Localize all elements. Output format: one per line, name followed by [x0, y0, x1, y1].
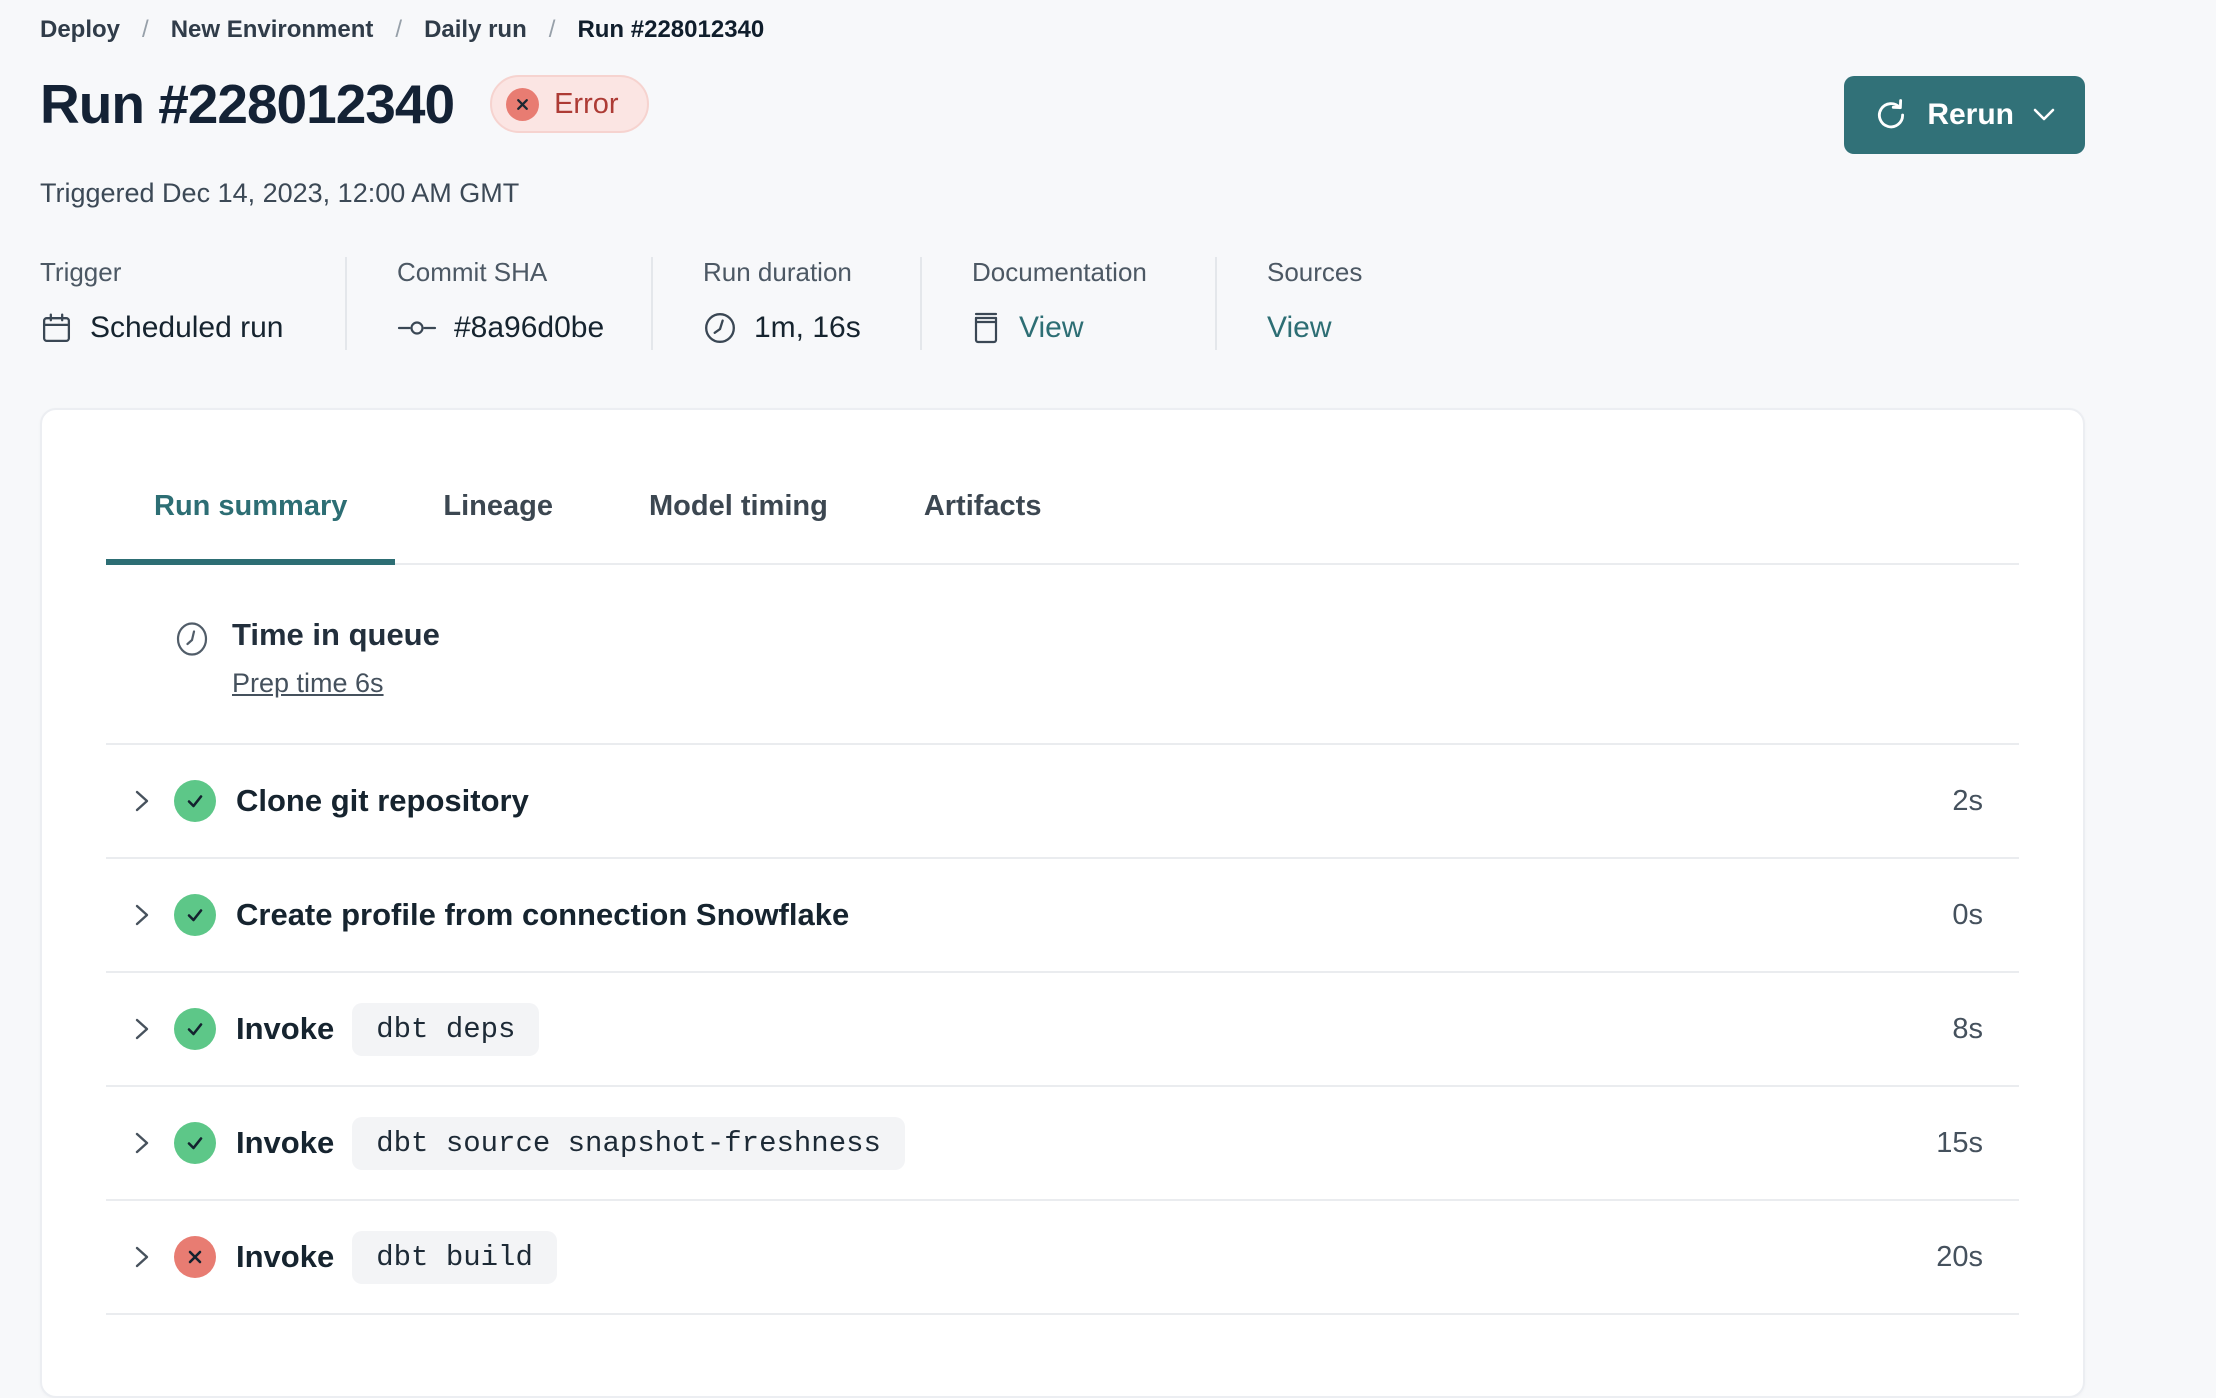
tab-model-timing[interactable]: Model timing	[601, 462, 876, 565]
header: Run #228012340 Error Rerun	[40, 74, 2085, 154]
error-x-icon	[174, 1236, 216, 1278]
meta-label: Run duration	[703, 257, 852, 287]
meta-label: Trigger	[40, 257, 122, 287]
step-list: Clone git repository 2s Create profile f…	[106, 743, 2019, 1315]
step-duration: 0s	[1952, 898, 1983, 931]
meta-run-duration: Run duration 1m, 16s	[651, 257, 920, 350]
step-command-badge: dbt source snapshot-freshness	[352, 1116, 905, 1170]
tab-artifacts[interactable]: Artifacts	[876, 462, 1090, 565]
chevron-right-icon	[132, 1129, 152, 1157]
breadcrumb-daily-run[interactable]: Daily run	[424, 16, 527, 44]
step-name: Create profile from connection Snowflake	[236, 897, 850, 932]
book-icon	[972, 310, 1002, 346]
clock-icon	[176, 621, 208, 699]
rerun-button-label: Rerun	[1927, 98, 2014, 131]
breadcrumb: Deploy / New Environment / Daily run / R…	[40, 0, 2085, 44]
meta-label: Commit SHA	[397, 257, 548, 287]
meta-value-trigger: Scheduled run	[90, 311, 284, 344]
breadcrumb-new-environment[interactable]: New Environment	[171, 16, 374, 44]
step-duration: 2s	[1952, 784, 1983, 817]
step-name: Invoke	[236, 1125, 335, 1160]
meta-documentation: Documentation View	[920, 257, 1215, 350]
step-name: Invoke	[236, 1239, 335, 1274]
meta-sources: Sources View	[1215, 257, 1392, 350]
breadcrumb-current-run: Run #228012340	[577, 16, 765, 43]
prep-time-link[interactable]: Prep time 6s	[232, 668, 384, 699]
success-check-icon	[174, 780, 216, 822]
rerun-button[interactable]: Rerun	[1844, 76, 2085, 154]
tab-lineage[interactable]: Lineage	[395, 462, 601, 565]
success-check-icon	[174, 1008, 216, 1050]
step-duration: 8s	[1952, 1012, 1983, 1045]
step-row-invoke-dbt-source-snapshot-freshness[interactable]: Invoke dbt source snapshot-freshness 15s	[106, 1085, 2019, 1199]
time-in-queue-section: Time in queue Prep time 6s	[106, 565, 2019, 743]
breadcrumb-separator: /	[142, 16, 149, 43]
chevron-right-icon	[132, 1243, 152, 1271]
chevron-right-icon	[132, 901, 152, 929]
documentation-view-link[interactable]: View	[1019, 311, 1083, 345]
commit-icon	[397, 318, 437, 338]
breadcrumb-separator: /	[548, 16, 556, 43]
success-check-icon	[174, 894, 216, 936]
tab-run-summary[interactable]: Run summary	[106, 462, 396, 565]
step-command-badge: dbt build	[352, 1230, 557, 1284]
page: Deploy / New Environment / Daily run / R…	[40, 0, 2085, 1398]
meta-value-commit-sha: #8a96d0be	[454, 311, 605, 344]
page-title: Run #228012340	[40, 73, 455, 135]
step-row-invoke-dbt-build[interactable]: Invoke dbt build 20s	[106, 1199, 2019, 1313]
meta-trigger: Trigger Scheduled run	[40, 257, 345, 350]
step-duration: 15s	[1936, 1126, 1983, 1159]
status-badge-label: Error	[554, 87, 619, 120]
breadcrumb-deploy[interactable]: Deploy	[40, 16, 120, 44]
tab-bar: Run summary Lineage Model timing Artifac…	[106, 462, 2019, 565]
step-row-invoke-dbt-deps[interactable]: Invoke dbt deps 8s	[106, 971, 2019, 1085]
run-detail-card: Run summary Lineage Model timing Artifac…	[40, 408, 2085, 1398]
x-circle-icon	[506, 87, 540, 121]
breadcrumb-separator: /	[395, 16, 403, 43]
chevron-right-icon	[132, 787, 152, 815]
step-name: Invoke	[236, 1011, 335, 1046]
calendar-icon	[40, 312, 73, 345]
success-check-icon	[174, 1122, 216, 1164]
meta-label: Sources	[1267, 257, 1363, 287]
step-row-create-profile[interactable]: Create profile from connection Snowflake…	[106, 857, 2019, 971]
sources-view-link[interactable]: View	[1267, 311, 1331, 345]
meta-label: Documentation	[972, 257, 1147, 287]
run-meta: Trigger Scheduled run Commit SHA #8a96d0…	[40, 257, 2085, 350]
step-row-clone-git-repository[interactable]: Clone git repository 2s	[106, 743, 2019, 857]
title-group: Run #228012340 Error	[40, 74, 649, 135]
step-name: Clone git repository	[236, 783, 529, 818]
step-command-badge: dbt deps	[352, 1002, 540, 1056]
step-duration: 20s	[1936, 1240, 1983, 1273]
status-badge: Error	[490, 75, 649, 134]
clock-icon	[703, 311, 737, 345]
meta-value-run-duration: 1m, 16s	[754, 311, 861, 344]
triggered-timestamp: Triggered Dec 14, 2023, 12:00 AM GMT	[40, 178, 520, 208]
refresh-icon	[1874, 98, 1908, 132]
meta-commit-sha: Commit SHA #8a96d0be	[345, 257, 651, 350]
chevron-down-icon	[2033, 108, 2055, 122]
chevron-right-icon	[132, 1015, 152, 1043]
time-in-queue-title: Time in queue	[232, 617, 440, 652]
